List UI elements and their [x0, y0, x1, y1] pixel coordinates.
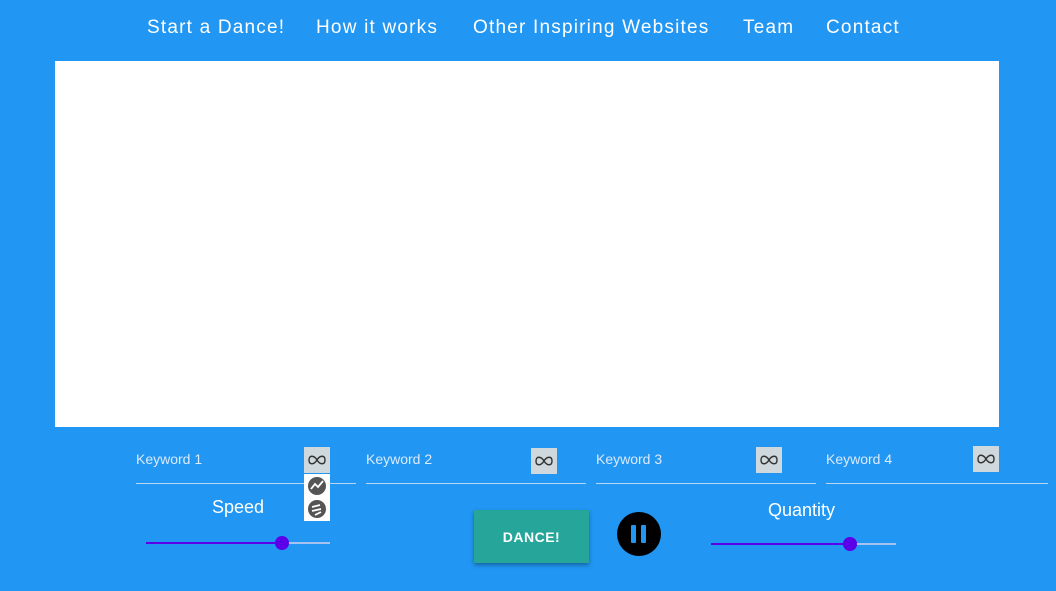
keyword-2-field: [366, 447, 586, 484]
speed-slider-thumb[interactable]: [275, 536, 289, 550]
keyword-4-field: [826, 446, 1048, 484]
keyword-2-infinity-button[interactable]: [531, 448, 557, 474]
infinity-icon: [760, 455, 778, 465]
nav-how-it-works[interactable]: How it works: [316, 17, 438, 39]
nav-other-inspiring-websites[interactable]: Other Inspiring Websites: [473, 17, 709, 39]
infinity-icon: [308, 455, 326, 465]
keyword-2-input[interactable]: [366, 447, 521, 471]
trend-line-icon: [308, 477, 326, 495]
quantity-slider[interactable]: [711, 537, 896, 551]
keyword-1-option-trend[interactable]: [304, 474, 330, 498]
top-nav: Start a Dance! How it works Other Inspir…: [0, 0, 1056, 58]
keyword-1-input[interactable]: [136, 447, 296, 471]
nav-team[interactable]: Team: [743, 17, 794, 39]
infinity-icon: [977, 454, 995, 464]
quantity-slider-thumb[interactable]: [843, 537, 857, 551]
nav-contact[interactable]: Contact: [826, 17, 900, 39]
keyword-3-input[interactable]: [596, 447, 746, 471]
infinity-icon: [535, 456, 553, 466]
pause-button[interactable]: [617, 512, 661, 556]
keyword-1-infinity-button[interactable]: [304, 447, 330, 473]
keyword-3-infinity-button[interactable]: [756, 447, 782, 473]
speed-label: Speed: [212, 497, 265, 517]
keyword-4-infinity-button[interactable]: [973, 446, 999, 472]
nav-start-dance[interactable]: Start a Dance!: [147, 17, 285, 39]
dance-button[interactable]: DANCE!: [474, 510, 589, 563]
speed-dial-icon: [308, 500, 326, 518]
dance-canvas: [55, 61, 999, 427]
keyword-3-field: [596, 447, 816, 484]
keyword-4-input[interactable]: [826, 447, 966, 471]
quantity-label: Quantity: [768, 500, 836, 520]
quantity-slider-fill: [711, 543, 850, 545]
keyword-1-option-speed[interactable]: [304, 497, 330, 521]
speed-slider-fill: [146, 542, 282, 544]
speed-slider[interactable]: [146, 536, 330, 550]
